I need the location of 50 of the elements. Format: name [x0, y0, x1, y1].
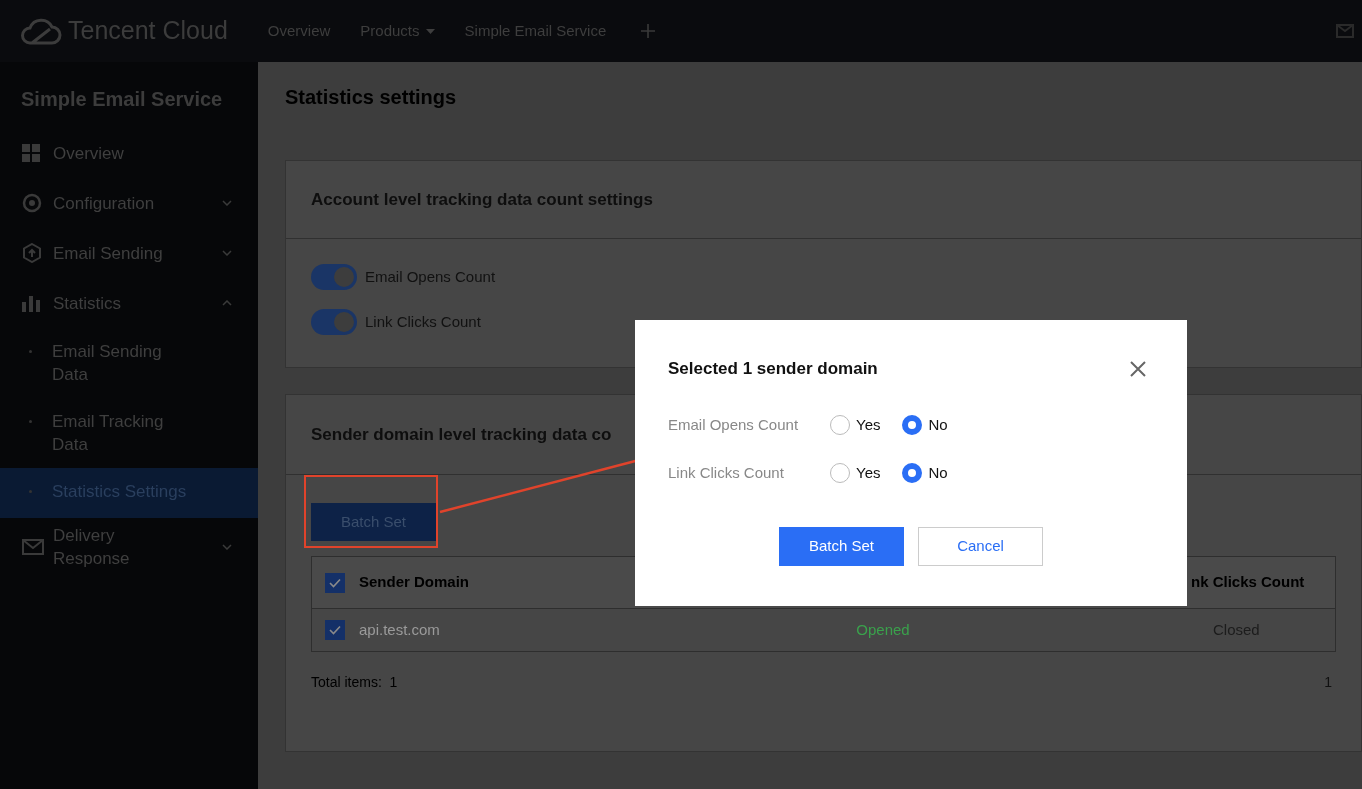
chevron-icon	[222, 200, 232, 206]
sidebar-item[interactable]: Delivery Response	[0, 518, 258, 576]
column-header: Sender Domain	[359, 572, 470, 593]
check-icon	[329, 577, 341, 588]
table-cell-text: Opened	[855, 619, 911, 640]
check-icon	[329, 625, 341, 635]
toggle-switch[interactable]	[311, 264, 357, 290]
radio-option[interactable]: No	[902, 413, 948, 436]
gear-icon	[22, 193, 42, 213]
sidebar-item-label: Statistics	[53, 292, 123, 315]
sidebar-subitem-label: Email Sending Data	[52, 341, 163, 386]
bullet-icon	[29, 420, 32, 423]
sidebar-item[interactable]: Email Sending	[0, 228, 258, 278]
plus-icon[interactable]	[641, 24, 656, 38]
grid-icon	[22, 144, 40, 162]
sidebar-item[interactable]: Statistics	[0, 278, 258, 328]
sidebar-item-label: Delivery Response	[53, 525, 131, 570]
mail-icon	[22, 539, 44, 555]
mail-icon[interactable]	[1336, 24, 1354, 38]
page-title: Statistics settings	[285, 85, 458, 110]
column-header: nk Clicks Count	[1191, 572, 1305, 593]
chevron-icon	[222, 544, 232, 550]
sidebar-item[interactable]: Overview	[0, 128, 258, 178]
chevron-icon	[222, 250, 232, 256]
sidebar-item[interactable]: Configuration	[0, 178, 258, 228]
card-title: Account level tracking data count settings	[286, 161, 1361, 239]
dialog-title: Selected 1 sender domain	[668, 358, 878, 380]
sidebar-item-label: Overview	[53, 142, 125, 165]
cancel-button[interactable]: Cancel	[918, 526, 1043, 566]
table-cell-text: api.test.com	[359, 619, 441, 640]
sidebar-subitem[interactable]: Email Sending Data	[0, 328, 258, 398]
bullet-icon	[29, 350, 32, 353]
bullet-icon	[29, 490, 32, 493]
close-icon[interactable]	[1130, 360, 1146, 377]
hexagon-arrow-icon	[22, 243, 42, 263]
chevron-icon	[222, 300, 232, 306]
confirm-button[interactable]: Batch Set	[779, 526, 904, 566]
bar-chart-icon	[22, 294, 40, 312]
select-all-checkbox[interactable]	[325, 572, 345, 593]
sidebar-item-label: Configuration	[53, 192, 156, 215]
sidebar-subitem-label: Email Tracking Data	[52, 411, 165, 456]
toggle-switch[interactable]	[311, 309, 357, 335]
caret-icon	[425, 28, 435, 34]
row-checkbox[interactable]	[325, 620, 345, 640]
sidebar-subitem[interactable]: Email Tracking Data	[0, 398, 258, 468]
field-label: Email Opens Count	[668, 414, 800, 435]
radio-option[interactable]: Yes	[830, 413, 881, 436]
sidebar-item-label: Email Sending	[53, 242, 164, 265]
total-items-text: Total items: 1	[311, 673, 398, 692]
cloud-logo-icon	[20, 16, 64, 46]
